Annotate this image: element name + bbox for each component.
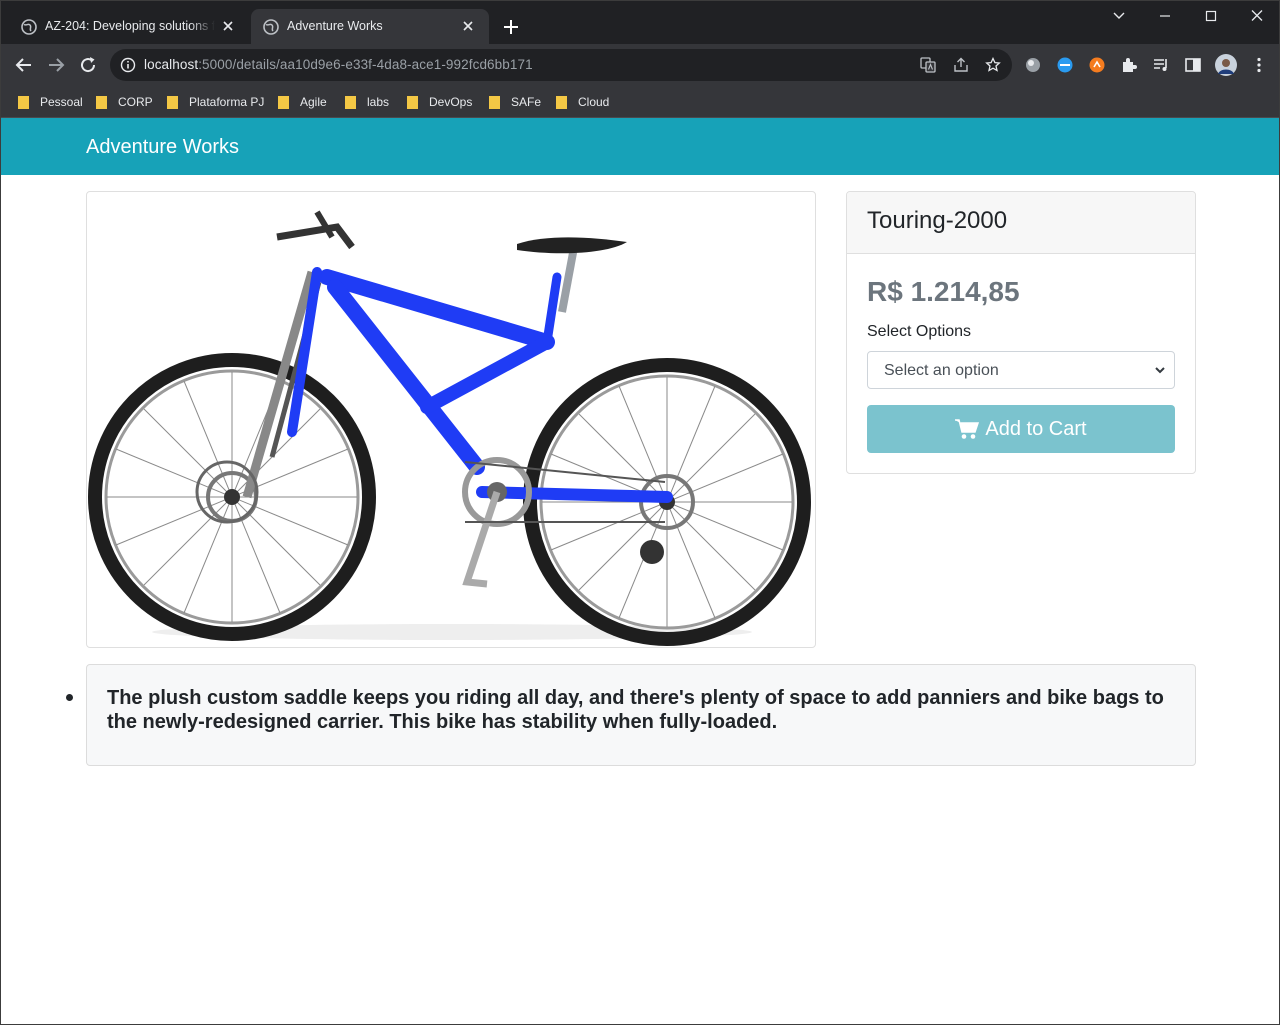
folder-icon: [96, 96, 107, 109]
folder-icon: [489, 96, 500, 109]
bookmark-folder[interactable]: Cloud: [556, 92, 609, 112]
translate-icon[interactable]: [920, 57, 936, 73]
add-to-cart-button[interactable]: Add to Cart: [867, 405, 1175, 453]
product-name: Touring-2000: [867, 207, 1008, 234]
globe-icon: [263, 19, 279, 35]
folder-icon: [167, 96, 178, 109]
tab-search-chevron-icon[interactable]: [1108, 7, 1130, 25]
brand-link[interactable]: Adventure Works: [86, 136, 239, 159]
folder-icon: [407, 96, 418, 109]
bookmark-folder[interactable]: CORP: [96, 92, 153, 112]
bookmark-folder[interactable]: Agile: [278, 92, 327, 112]
extension-sphere-icon[interactable]: [1024, 56, 1042, 74]
bookmark-folder[interactable]: Pessoal: [18, 92, 83, 112]
description-card: The plush custom saddle keeps you riding…: [86, 664, 1196, 766]
tab-adventure-works[interactable]: Adventure Works: [251, 9, 489, 44]
globe-icon: [21, 19, 37, 35]
site-info-icon[interactable]: [120, 57, 136, 73]
forward-arrow-icon[interactable]: [46, 55, 66, 75]
folder-icon: [345, 96, 356, 109]
front-wheel: [88, 353, 376, 641]
bookmarks-bar: Pessoal CORP Plataforma PJ Agile labs De…: [1, 86, 1279, 118]
extension-orange-icon[interactable]: [1088, 56, 1106, 74]
menu-kebab-icon[interactable]: [1250, 56, 1268, 74]
product-image-card: [86, 191, 816, 648]
shopping-cart-icon: [955, 419, 980, 439]
bookmark-folder[interactable]: SAFe: [489, 92, 541, 112]
profile-avatar-icon[interactable]: [1215, 54, 1237, 76]
bookmark-folder[interactable]: Plataforma PJ: [167, 92, 264, 112]
close-window-icon[interactable]: [1246, 7, 1268, 25]
extensions-puzzle-icon[interactable]: [1120, 56, 1138, 74]
browser-toolbar: localhost:5000/details/aa10d9e6-e33f-4da…: [1, 44, 1279, 86]
close-tab-icon[interactable]: [221, 19, 235, 33]
bicycle-image: [88, 210, 811, 646]
side-panel-icon[interactable]: [1184, 56, 1202, 74]
minimize-icon[interactable]: [1154, 7, 1176, 25]
product-card: Touring-2000 R$ 1.214,85 Select Options …: [846, 191, 1196, 474]
product-price: R$ 1.214,85: [867, 276, 1020, 307]
folder-icon: [278, 96, 289, 109]
product-description: The plush custom saddle keeps you riding…: [107, 687, 1164, 733]
options-select[interactable]: Select an option: [867, 351, 1175, 389]
add-to-cart-label: Add to Cart: [985, 417, 1087, 440]
card-header: Touring-2000: [847, 192, 1195, 254]
browser-title-bar: AZ-204: Developing solutions for Microso…: [1, 1, 1279, 44]
media-controls-icon[interactable]: [1152, 56, 1170, 74]
url-text: localhost:5000/details/aa10d9e6-e33f-4da…: [144, 57, 533, 72]
share-icon[interactable]: [953, 57, 969, 73]
bookmark-folder[interactable]: DevOps: [407, 92, 472, 112]
extension-blue-icon[interactable]: [1056, 56, 1074, 74]
folder-icon: [18, 96, 29, 109]
back-arrow-icon[interactable]: [14, 55, 34, 75]
select-value: Select an option: [884, 362, 999, 379]
select-options-label: Select Options: [867, 323, 972, 340]
site-navbar: Adventure Works: [1, 118, 1279, 175]
tab-title: AZ-204: Developing solutions for Microso…: [45, 19, 215, 33]
chevron-down-icon: [1155, 367, 1165, 374]
list-bullet: [66, 694, 73, 701]
address-bar[interactable]: localhost:5000/details/aa10d9e6-e33f-4da…: [110, 49, 1012, 81]
new-tab-plus-icon[interactable]: [501, 17, 521, 37]
tab-title: Adventure Works: [287, 19, 383, 33]
tab-az204[interactable]: AZ-204: Developing solutions for Microso…: [9, 9, 249, 44]
maximize-icon[interactable]: [1200, 7, 1222, 25]
reload-icon[interactable]: [78, 55, 98, 75]
bookmark-star-icon[interactable]: [985, 57, 1001, 73]
close-tab-icon[interactable]: [461, 19, 475, 33]
bookmark-folder[interactable]: labs: [345, 92, 389, 112]
folder-icon: [556, 96, 567, 109]
